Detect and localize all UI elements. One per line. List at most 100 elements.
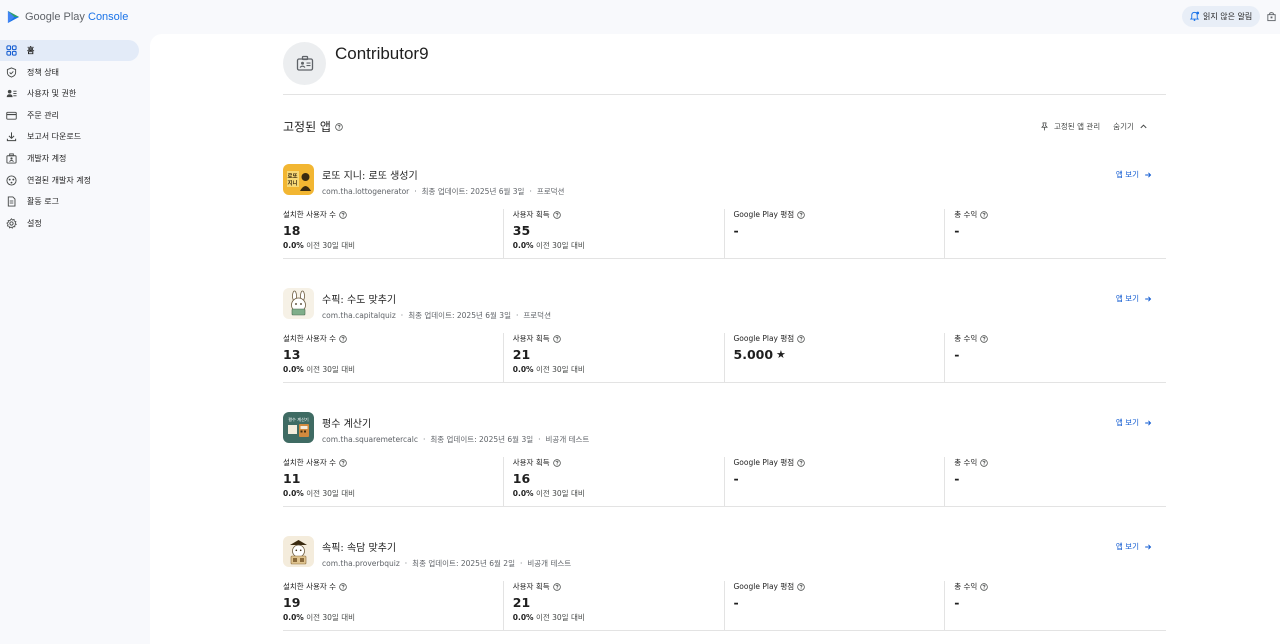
account-header: Contributor9 [283, 42, 429, 85]
header-divider [283, 94, 1166, 95]
unread-notifications-label: 읽지 않은 알림 [1203, 12, 1253, 21]
pinned-apps-heading: 고정된 앱 [283, 118, 343, 135]
metric-label: 설치한 사용자 수 [283, 458, 337, 467]
help-icon[interactable] [797, 210, 805, 219]
download-icon [6, 131, 17, 142]
sidebar-item-label: 사용자 및 권한 [27, 89, 77, 99]
view-app-link[interactable]: 앱 보기 [1116, 541, 1152, 552]
metric-installed-users: 설치한 사용자 수 13 0.0% 이전 30일 대비 [283, 333, 504, 382]
metric-change-text: 이전 30일 대비 [533, 365, 585, 374]
pinned-app-card: 평수 계산기 평수 계산기 com.tha.squaremetercalc · 최… [283, 412, 1166, 536]
metric-play-rating: Google Play 평점 - [725, 457, 946, 506]
app-icon-lotto[interactable]: 로또 지니 [283, 164, 314, 195]
metric-change: 0.0% 이전 30일 대비 [513, 240, 724, 251]
sidebar-item-label: 활동 로그 [27, 197, 59, 207]
metric-change: 0.0% 이전 30일 대비 [283, 240, 503, 251]
unread-notifications-button[interactable]: 읽지 않은 알림 [1182, 6, 1261, 27]
metric-user-acquisition: 사용자 획득 16 0.0% 이전 30일 대비 [504, 457, 725, 506]
metric-installed-users: 설치한 사용자 수 19 0.0% 이전 30일 대비 [283, 581, 504, 630]
sidebar-item-download-reports[interactable]: 보고서 다운로드 [0, 126, 139, 147]
metric-label: Google Play 평점 [733, 210, 795, 219]
metric-value: - [954, 347, 960, 362]
help-icon[interactable] [552, 582, 561, 591]
app-metrics: 설치한 사용자 수 19 0.0% 이전 30일 대비 사용자 획득 21 0.… [283, 581, 1166, 631]
logo-google-play-text: Google Play [25, 11, 85, 23]
app-status: 프로덕션 [523, 311, 551, 320]
app-package: com.tha.proverbquiz [322, 559, 400, 568]
help-icon[interactable] [552, 210, 561, 219]
metric-change-text: 이전 30일 대비 [303, 613, 356, 622]
app-status: 비공개 테스트 [527, 559, 572, 568]
sidebar-item-developer-account[interactable]: 개발자 계정 [0, 148, 139, 169]
metric-value: 35 [512, 223, 531, 238]
app-icon-proverb-quiz[interactable] [283, 536, 314, 567]
sidebar-item-order-management[interactable]: 주문 관리 [0, 105, 139, 126]
metric-change-percent: 0.0% [512, 613, 534, 622]
manage-pinned-apps-button[interactable]: 고정된 앱 관리 [1040, 121, 1100, 132]
pinned-app-card: 수픽: 수도 맞추기 com.tha.capitalquiz · 최종 업데이트:… [283, 288, 1166, 412]
app-icon-square-meter-calc[interactable]: 평수 계산기 [283, 412, 314, 443]
metric-value: - [733, 471, 739, 486]
metric-value: 16 [512, 471, 531, 486]
metric-value: - [954, 471, 960, 486]
account-name: Contributor9 [335, 44, 429, 63]
sidebar-item-policy-status[interactable]: 정책 상태 [0, 62, 139, 83]
metric-label: 사용자 획득 [512, 210, 550, 219]
help-icon[interactable] [339, 334, 347, 343]
google-play-logo-icon [7, 10, 20, 24]
sidebar-item-label: 보고서 다운로드 [27, 132, 82, 142]
help-icon[interactable] [339, 210, 347, 219]
sidebar-item-settings[interactable]: 설정 [0, 213, 139, 234]
app-icon-capital-quiz[interactable] [283, 288, 314, 319]
app-updated: 최종 업데이트: 2025년 6월 3일 [430, 435, 534, 444]
view-app-label: 앱 보기 [1115, 170, 1139, 179]
metric-change-percent: 0.0% [512, 489, 534, 498]
metric-value: - [733, 595, 739, 610]
store-icon-button[interactable] [1262, 7, 1280, 26]
app-name[interactable]: 수픽: 수도 맞추기 [322, 291, 396, 306]
view-app-link[interactable]: 앱 보기 [1116, 293, 1152, 304]
help-icon[interactable] [980, 582, 989, 591]
app-status: 비공개 테스트 [545, 435, 590, 444]
sidebar-item-activity-log[interactable]: 활동 로그 [0, 191, 139, 212]
metric-change-percent: 0.0% [283, 613, 304, 622]
view-app-link[interactable]: 앱 보기 [1116, 169, 1152, 180]
google-play-console-logo[interactable]: Google Play Console [7, 10, 128, 24]
sidebar-item-label: 연결된 개발자 계정 [27, 175, 91, 185]
metric-change-text: 이전 30일 대비 [533, 241, 585, 250]
help-icon[interactable] [980, 458, 989, 467]
sidebar-item-linked-developer-accounts[interactable]: 연결된 개발자 계정 [0, 170, 139, 191]
icon-text-bottom: 지니 [287, 179, 297, 187]
app-name[interactable]: 평수 계산기 [322, 415, 371, 430]
sidebar-item-home[interactable]: 홈 [0, 40, 139, 61]
view-app-link[interactable]: 앱 보기 [1116, 417, 1152, 428]
view-app-label: 앱 보기 [1115, 418, 1139, 427]
help-icon[interactable] [797, 458, 805, 467]
id-badge-icon [296, 55, 313, 71]
metric-value: - [733, 223, 739, 238]
help-icon[interactable] [339, 582, 347, 591]
help-icon[interactable] [552, 458, 561, 467]
metric-label: 총 수익 [954, 334, 978, 343]
metric-label: 설치한 사용자 수 [283, 210, 337, 219]
icon-text-top: 로또 [287, 173, 297, 180]
help-icon[interactable] [797, 582, 805, 591]
help-icon[interactable] [980, 210, 989, 219]
dashboard-icon [6, 45, 17, 56]
sidebar-item-label: 개발자 계정 [27, 153, 67, 163]
pinned-apps-title: 고정된 앱 [283, 120, 331, 134]
help-icon[interactable] [339, 458, 347, 467]
help-icon[interactable] [797, 334, 805, 343]
help-icon[interactable] [552, 334, 561, 343]
help-icon[interactable] [980, 334, 989, 343]
metric-change-percent: 0.0% [283, 489, 304, 498]
metric-label: 사용자 획득 [512, 582, 550, 591]
help-icon[interactable] [335, 122, 343, 131]
metric-change-percent: 0.0% [512, 365, 534, 374]
app-name[interactable]: 로또 지니: 로또 생성기 [322, 167, 418, 182]
sidebar-item-users-permissions[interactable]: 사용자 및 권한 [0, 83, 139, 104]
hide-pinned-apps-button[interactable]: 숨기기 [1113, 121, 1148, 132]
metric-change-text: 이전 30일 대비 [303, 241, 356, 250]
app-name[interactable]: 속픽: 속담 맞추기 [322, 539, 396, 554]
metric-total-revenue: 총 수익 - [945, 457, 1166, 506]
